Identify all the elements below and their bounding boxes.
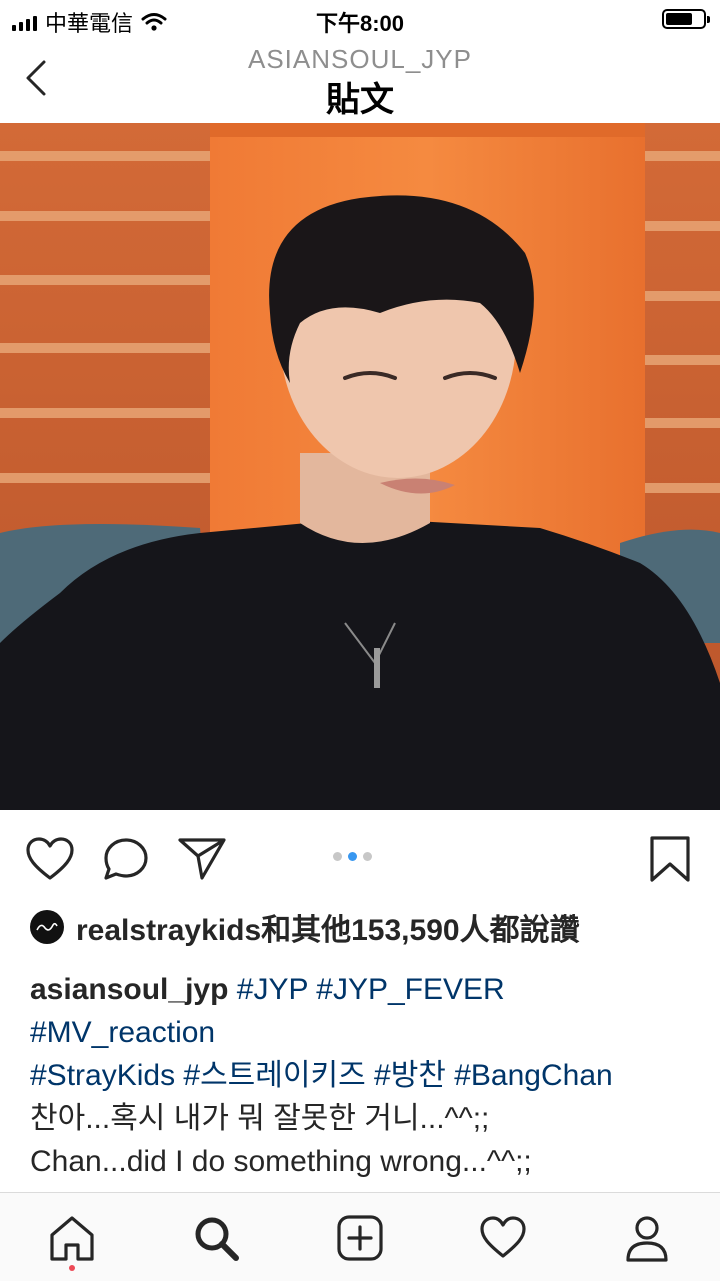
likes-text[interactable]: realstraykids和其他153,590人都說讚	[76, 905, 580, 949]
likes-row[interactable]: realstraykids和其他153,590人都說讚	[30, 905, 580, 949]
caption-text-korean: 찬아...혹시 내가 뭐 잘못한 거니...^^;;	[30, 1102, 490, 1135]
home-icon	[50, 1216, 94, 1261]
tab-new-post[interactable]	[335, 1213, 385, 1263]
comment-button[interactable]	[100, 834, 152, 886]
post-image[interactable]	[0, 123, 720, 810]
comment-bubble-icon	[104, 838, 148, 880]
post-caption: asiansoul_jyp #JYP #JYP_FEVER #MV_reacti…	[30, 968, 700, 1183]
caption-hashtags-2[interactable]: #MV_reaction	[30, 1011, 700, 1054]
caption-hashtags-1[interactable]: #JYP #JYP_FEVER	[237, 973, 505, 1006]
caption-hashtags-3[interactable]: #StrayKids #스트레이키즈 #방찬 #BangChan	[30, 1054, 700, 1097]
carousel-dot	[363, 852, 372, 861]
straykids-logo-icon	[36, 922, 58, 931]
nav-bar: ASIANSOUL_JYP 貼文	[0, 40, 720, 122]
profile-icon	[626, 1216, 668, 1262]
add-post-icon	[337, 1215, 383, 1261]
carousel-dot-active	[348, 852, 357, 861]
tab-profile[interactable]	[622, 1213, 672, 1263]
bookmark-icon	[650, 836, 690, 882]
post-photo-graphic	[0, 123, 720, 810]
caption-text-english: Chan...did I do something wrong...^^;;	[30, 1145, 532, 1178]
activity-heart-icon	[480, 1216, 526, 1258]
caption-username[interactable]: asiansoul_jyp	[30, 973, 228, 1006]
tab-activity[interactable]	[478, 1213, 528, 1263]
tab-home[interactable]	[47, 1213, 97, 1263]
search-icon	[195, 1217, 239, 1261]
heart-icon	[26, 837, 74, 880]
notification-dot	[69, 1265, 75, 1271]
tab-bar	[0, 1192, 720, 1281]
share-button[interactable]	[176, 834, 228, 886]
page-title: 貼文	[326, 81, 394, 119]
nav-username[interactable]: ASIANSOUL_JYP	[0, 44, 720, 75]
carousel-indicator	[333, 852, 372, 861]
save-button[interactable]	[644, 834, 696, 886]
status-time: 下午8:00	[315, 11, 405, 36]
paper-plane-icon	[178, 838, 226, 880]
tab-search[interactable]	[191, 1213, 241, 1263]
liker-avatar[interactable]	[30, 910, 64, 944]
status-bar: 中華電信 下午8:00	[0, 0, 720, 40]
like-button[interactable]	[24, 834, 76, 886]
caption-line-1: asiansoul_jyp #JYP #JYP_FEVER	[30, 968, 700, 1011]
carousel-dot	[333, 852, 342, 861]
post-actions	[0, 810, 720, 900]
battery-icon	[662, 9, 710, 29]
